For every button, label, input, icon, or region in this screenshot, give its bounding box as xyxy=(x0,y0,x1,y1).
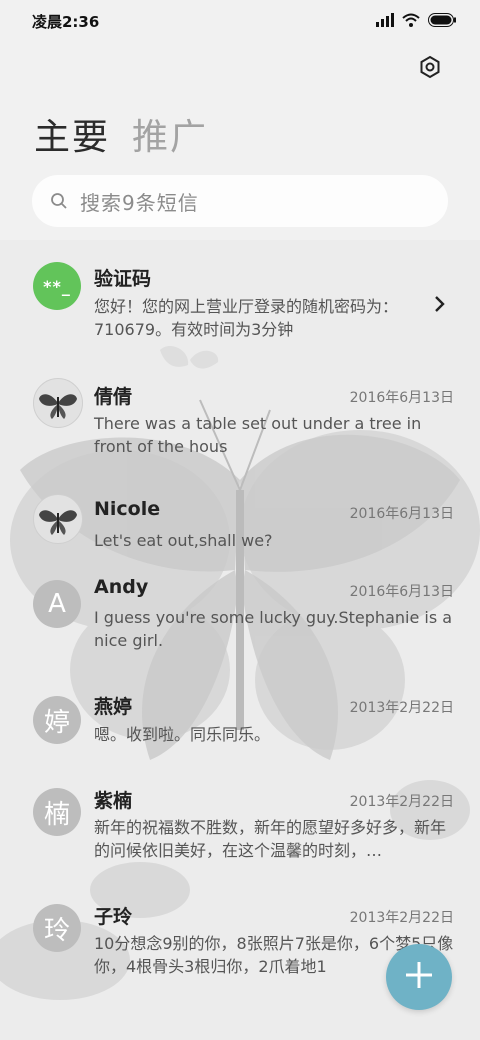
avatar: **_ xyxy=(33,262,81,310)
signal-icon xyxy=(376,12,394,31)
conversation-item[interactable]: A Andy 2016年6月13日 I guess you're some lu… xyxy=(0,564,480,680)
contact-name: Nicole xyxy=(94,498,161,520)
new-message-button[interactable] xyxy=(386,944,452,1010)
search-bar[interactable]: 搜索9条短信 xyxy=(32,175,448,227)
wifi-icon xyxy=(402,12,420,31)
message-date: 2016年6月13日 xyxy=(349,584,454,600)
avatar: 楠 xyxy=(33,788,81,836)
contact-name: Andy xyxy=(94,576,149,598)
contact-name: 倩倩 xyxy=(94,386,133,408)
conversation-list: **_ 验证码 您好！您的网上营业厅登录的随机密码为：710679。有效时间为3… xyxy=(0,248,480,980)
conversation-item[interactable]: 婷 燕婷 2013年2月22日 嗯。收到啦。同乐同乐。 xyxy=(0,680,480,774)
avatar xyxy=(33,494,83,544)
status-icons xyxy=(376,12,456,31)
message-preview: 您好！您的网上营业厅登录的随机密码为：710679。有效时间为3分钟 xyxy=(94,297,399,339)
message-preview: There was a table set out under a tree i… xyxy=(94,414,422,456)
conversation-item[interactable]: 倩倩 2016年6月13日 There was a table set out … xyxy=(0,356,480,472)
contact-name: 燕婷 xyxy=(94,696,133,718)
search-input[interactable]: 搜索9条短信 xyxy=(80,187,199,216)
chevron-right-icon[interactable] xyxy=(432,294,448,314)
contact-name: 紫楠 xyxy=(94,790,133,812)
message-date: 2013年2月22日 xyxy=(349,910,454,926)
message-date: 2013年2月22日 xyxy=(349,794,454,810)
status-time: 凌晨2:36 xyxy=(32,13,100,31)
message-date: 2016年6月13日 xyxy=(349,390,454,406)
avatar: 婷 xyxy=(33,696,81,744)
settings-icon xyxy=(418,55,442,83)
contact-name: 子玲 xyxy=(94,906,133,928)
conversation-item[interactable]: Nicole 2016年6月13日 Let's eat out,shall we… xyxy=(0,472,480,564)
message-preview: Let's eat out,shall we? xyxy=(94,531,273,550)
search-icon xyxy=(50,192,68,210)
tab-bar: 主要 推广 xyxy=(34,108,208,160)
message-preview: 嗯。收到啦。同乐同乐。 xyxy=(94,725,271,744)
message-preview: I guess you're some lucky guy.Stephanie … xyxy=(94,608,453,650)
message-date: 2016年6月13日 xyxy=(349,506,454,522)
avatar: 玲 xyxy=(33,904,81,952)
message-preview: 新年的祝福数不胜数，新年的愿望好多好多，新年的问候依旧美好，在这个温馨的时刻，… xyxy=(94,818,447,860)
battery-icon xyxy=(428,12,456,31)
tab-primary[interactable]: 主要 xyxy=(34,108,110,160)
conversation-item[interactable]: **_ 验证码 您好！您的网上营业厅登录的随机密码为：710679。有效时间为3… xyxy=(0,248,480,356)
conversation-item[interactable]: 楠 紫楠 2013年2月22日 新年的祝福数不胜数，新年的愿望好多好多，新年的问… xyxy=(0,774,480,890)
tab-promotions[interactable]: 推广 xyxy=(132,108,208,160)
plus-icon xyxy=(404,960,434,994)
contact-name: 验证码 xyxy=(94,268,152,290)
avatar: A xyxy=(33,580,81,628)
avatar xyxy=(33,378,83,428)
settings-button[interactable] xyxy=(416,55,444,83)
status-bar: 凌晨2:36 xyxy=(0,0,480,40)
message-date: 2013年2月22日 xyxy=(349,700,454,716)
